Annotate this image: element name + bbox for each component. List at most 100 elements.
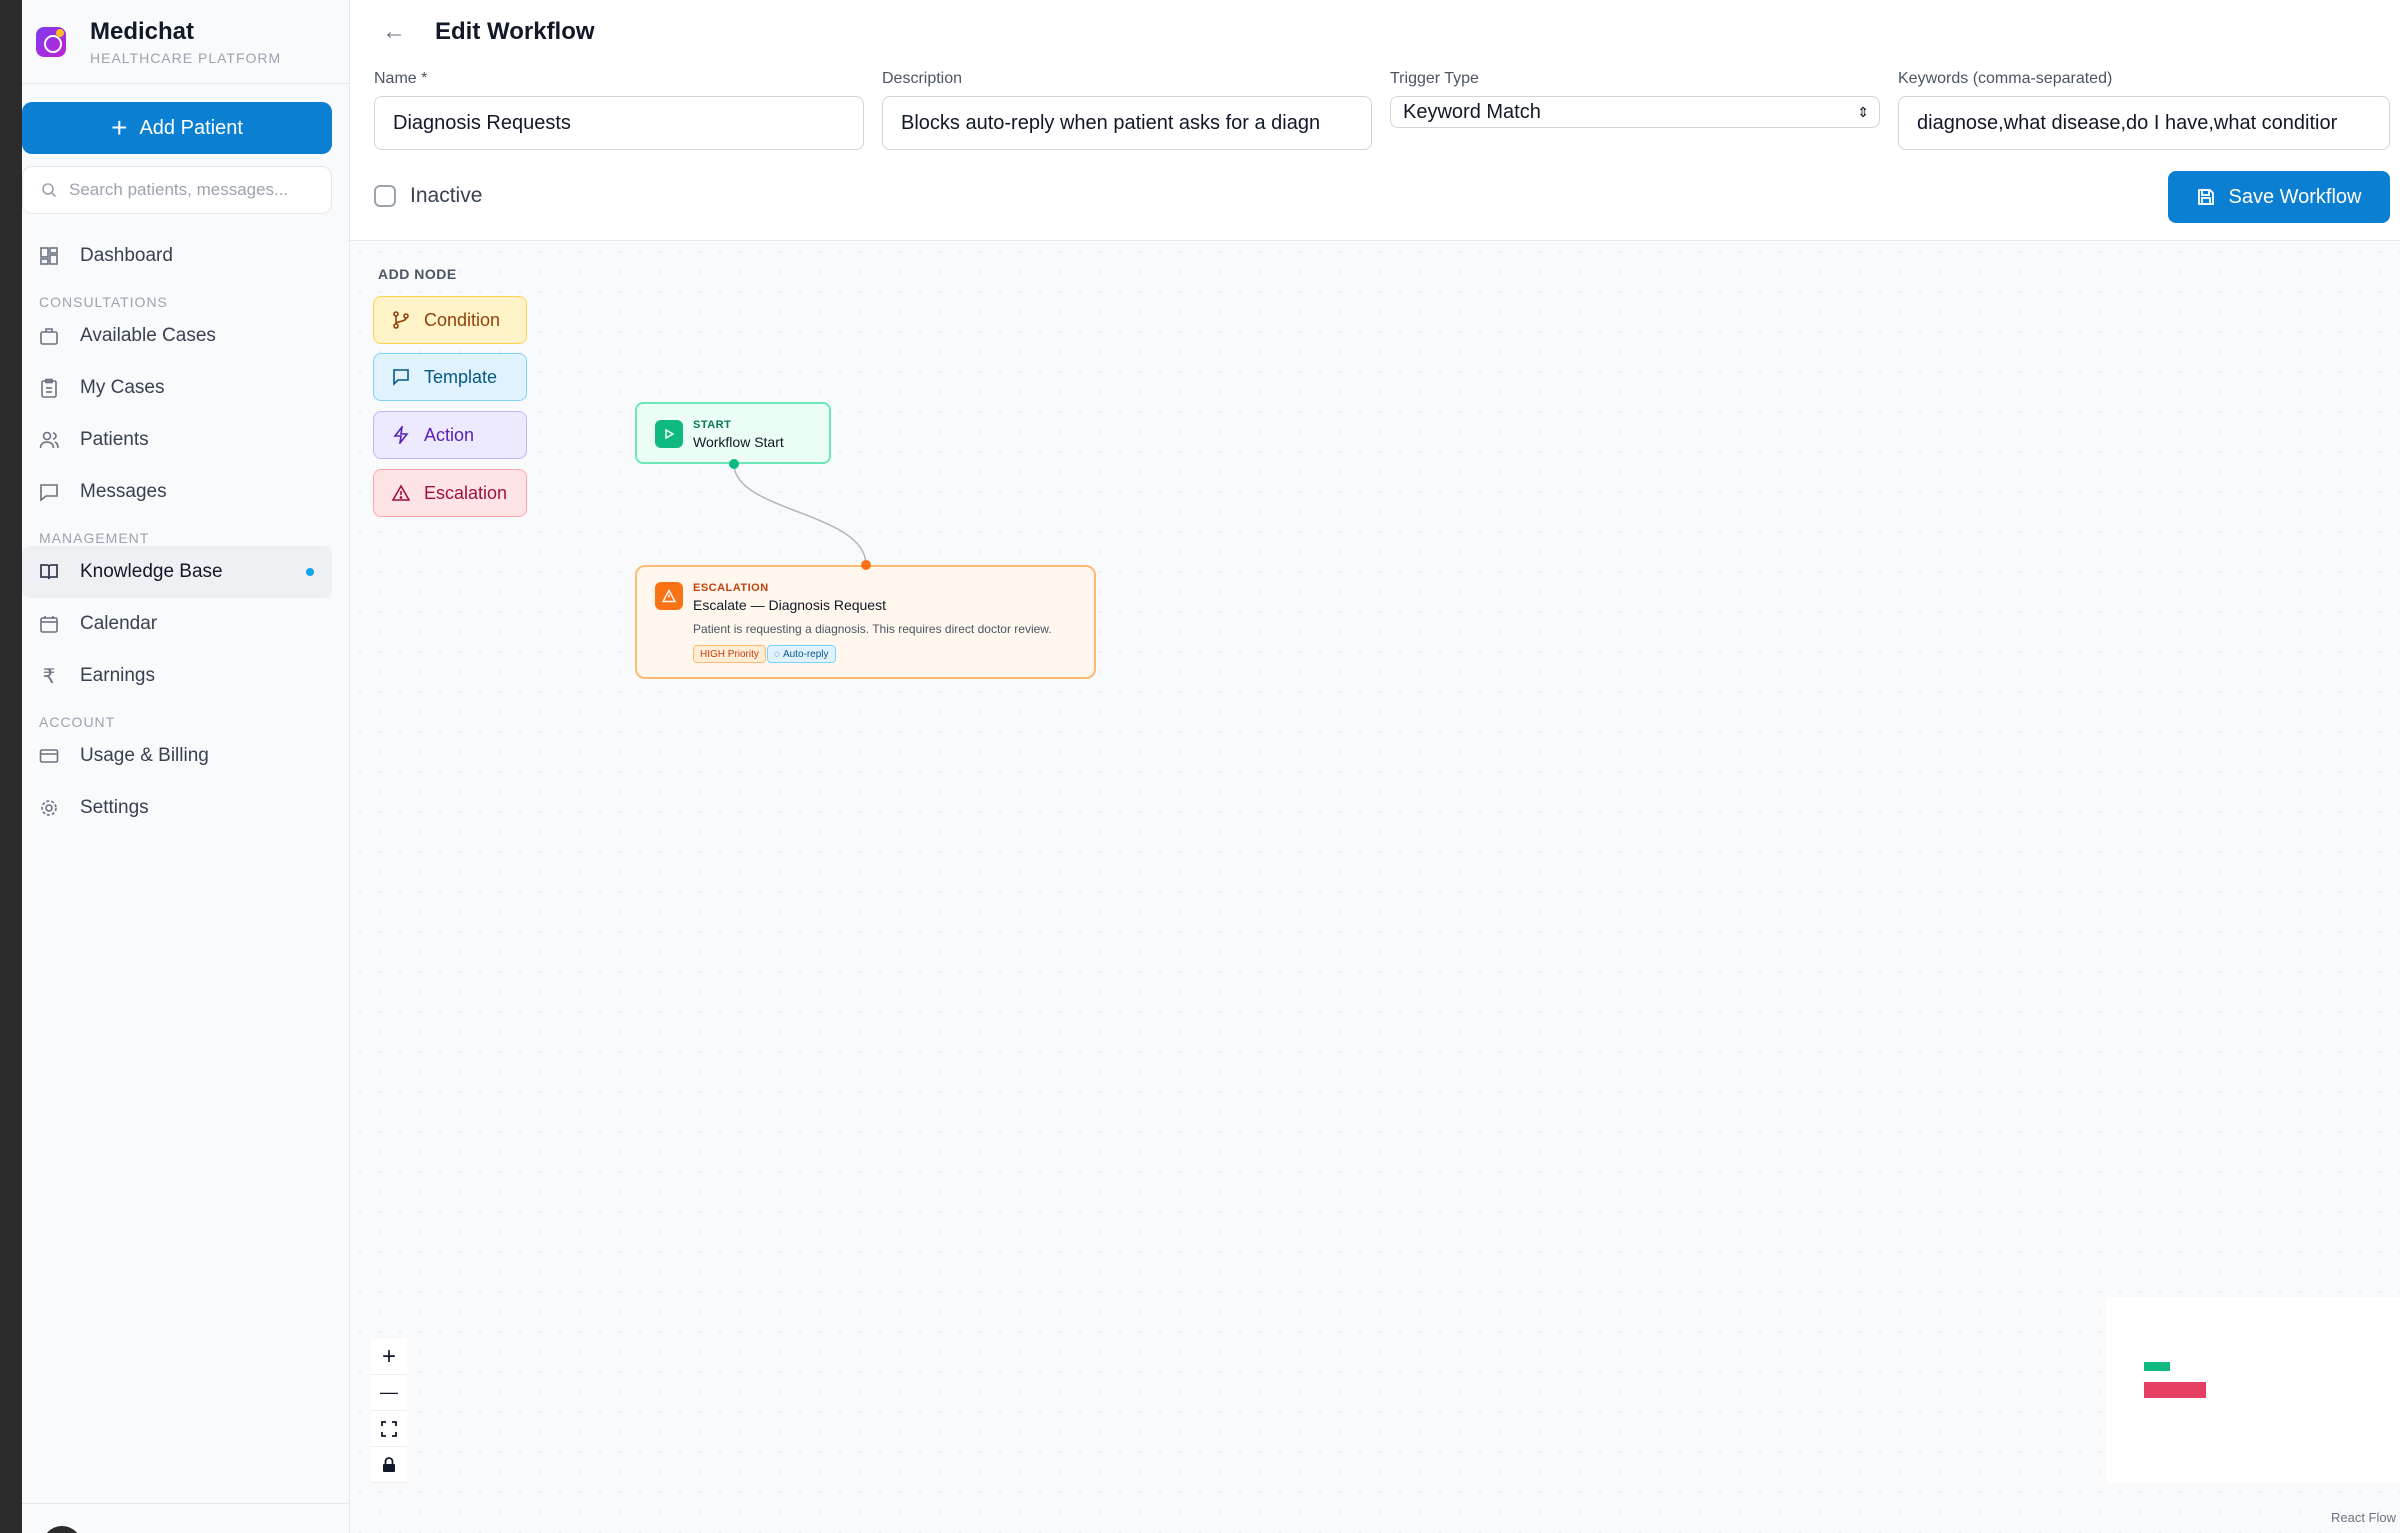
sidebar-item-label: Messages xyxy=(80,481,167,502)
active-indicator-dot xyxy=(306,568,314,576)
chevron-updown-icon: ⇕ xyxy=(1857,103,1869,120)
section-consultations: CONSULTATIONS xyxy=(39,294,168,310)
sidebar-item-settings[interactable]: Settings xyxy=(22,782,332,834)
calendar-icon xyxy=(38,613,60,635)
zoom-out-button[interactable]: — xyxy=(371,1375,407,1411)
sidebar-item-available-cases[interactable]: Available Cases xyxy=(22,310,332,362)
fit-view-button[interactable] xyxy=(371,1411,407,1447)
gear-icon xyxy=(38,797,60,819)
sidebar-item-patients[interactable]: Patients xyxy=(22,414,332,466)
sidebar-nav: Dashboard CONSULTATIONS Available Cases … xyxy=(22,230,350,834)
sidebar-item-label: Settings xyxy=(80,797,149,818)
brand-name: Medichat xyxy=(90,17,195,45)
sidebar-item-messages[interactable]: Messages xyxy=(22,466,332,518)
name-field-group: Name * Diagnosis Requests xyxy=(374,70,864,150)
plus-icon: + xyxy=(111,112,128,143)
briefcase-icon xyxy=(38,325,60,347)
main-panel: ← Edit Workflow Name * Diagnosis Request… xyxy=(350,0,2400,1533)
workflow-canvas[interactable]: ADD NODE Condition Template Action Escal… xyxy=(350,242,2400,1533)
clipboard-icon xyxy=(38,377,60,399)
react-flow-attribution[interactable]: React Flow xyxy=(2331,1510,2396,1525)
brand: Medichat HEALTHCARE PLATFORM xyxy=(22,0,349,84)
sidebar-item-label: Calendar xyxy=(80,613,158,634)
start-node-tag: START xyxy=(693,419,732,431)
back-arrow-icon[interactable]: ← xyxy=(382,18,406,46)
users-icon xyxy=(38,429,60,451)
save-workflow-button[interactable]: Save Workflow xyxy=(2168,171,2390,223)
sidebar-item-label: My Cases xyxy=(80,377,165,398)
escalation-node-label: Escalate — Diagnosis Request xyxy=(693,597,886,613)
sidebar-item-earnings[interactable]: ₹ Earnings xyxy=(22,650,332,702)
credit-card-icon xyxy=(38,745,60,767)
section-management: MANAGEMENT xyxy=(39,530,150,546)
chat-bubble-icon xyxy=(36,26,66,57)
sidebar-item-dashboard[interactable]: Dashboard xyxy=(22,230,332,282)
window-frame xyxy=(0,0,22,1533)
lock-icon xyxy=(383,1456,395,1472)
sidebar-item-label: Knowledge Base xyxy=(80,561,223,582)
add-patient-button[interactable]: + Add Patient xyxy=(22,102,332,154)
escalation-node-handle[interactable] xyxy=(861,560,871,570)
fit-view-icon xyxy=(381,1420,397,1437)
trigger-value: Keyword Match xyxy=(1403,100,1541,123)
escalation-node-description: Patient is requesting a diagnosis. This … xyxy=(693,622,1052,636)
sidebar-item-my-cases[interactable]: My Cases xyxy=(22,362,332,414)
minimap[interactable] xyxy=(2106,1297,2400,1483)
sidebar-item-usage-billing[interactable]: Usage & Billing xyxy=(22,730,332,782)
escalation-node-tag: ESCALATION xyxy=(693,582,769,594)
workflow-start-node[interactable]: START Workflow Start xyxy=(635,402,831,464)
sidebar-item-label: Usage & Billing xyxy=(80,745,209,766)
description-label: Description xyxy=(882,70,963,87)
inactive-toggle[interactable]: Inactive xyxy=(374,184,482,208)
autoreply-badge: ◌ Auto-reply xyxy=(767,645,836,663)
description-input[interactable]: Blocks auto-reply when patient asks for … xyxy=(882,96,1372,150)
zoom-in-button[interactable]: + xyxy=(371,1339,407,1375)
priority-badge: HIGH Priority xyxy=(693,645,766,663)
message-icon: ◌ xyxy=(774,648,780,660)
dashboard-icon xyxy=(38,245,60,267)
name-input[interactable]: Diagnosis Requests xyxy=(374,96,864,150)
sidebar-footer xyxy=(22,1503,350,1533)
alert-triangle-icon xyxy=(655,582,683,610)
search-input[interactable] xyxy=(69,180,319,200)
escalation-node[interactable]: ESCALATION Escalate — Diagnosis Request … xyxy=(635,565,1096,679)
add-patient-label: Add Patient xyxy=(139,116,243,139)
description-field-group: Description Blocks auto-reply when patie… xyxy=(882,70,1372,150)
keywords-field-group: Keywords (comma-separated) diagnose,what… xyxy=(1898,70,2390,150)
lock-button[interactable] xyxy=(371,1447,407,1483)
sidebar-item-label: Dashboard xyxy=(80,245,173,266)
message-icon xyxy=(38,481,60,503)
keywords-label: Keywords (comma-separated) xyxy=(1898,70,2113,87)
sidebar-item-calendar[interactable]: Calendar xyxy=(22,598,332,650)
sidebar-item-label: Earnings xyxy=(80,665,155,686)
sidebar: Medichat HEALTHCARE PLATFORM + Add Patie… xyxy=(22,0,350,1533)
page-title: Edit Workflow xyxy=(435,18,595,45)
save-workflow-label: Save Workflow xyxy=(2228,185,2362,208)
inactive-label: Inactive xyxy=(410,184,483,207)
inactive-checkbox[interactable] xyxy=(374,185,396,207)
save-icon xyxy=(2198,189,2215,205)
start-node-handle[interactable] xyxy=(729,459,739,469)
minimap-start-node xyxy=(2144,1362,2170,1371)
minimap-escalation-node xyxy=(2144,1382,2206,1398)
name-label: Name * xyxy=(374,70,428,87)
play-icon xyxy=(655,420,683,448)
section-account: ACCOUNT xyxy=(39,714,116,730)
canvas-controls: + — xyxy=(371,1339,407,1483)
sidebar-item-knowledge-base[interactable]: Knowledge Base xyxy=(22,546,332,598)
sidebar-item-label: Available Cases xyxy=(80,325,216,346)
keywords-input[interactable]: diagnose,what disease,do I have,what con… xyxy=(1898,96,2390,150)
trigger-label: Trigger Type xyxy=(1390,70,1479,87)
trigger-select[interactable]: Keyword Match ⇕ xyxy=(1390,96,1880,128)
brand-subtitle: HEALTHCARE PLATFORM xyxy=(90,49,282,66)
trigger-field-group: Trigger Type Keyword Match ⇕ xyxy=(1390,70,1880,128)
rupee-icon: ₹ xyxy=(42,665,56,688)
book-icon xyxy=(38,561,60,583)
sidebar-item-label: Patients xyxy=(80,429,149,450)
search-icon xyxy=(42,183,57,198)
avatar[interactable] xyxy=(42,1526,82,1533)
autoreply-label: Auto-reply xyxy=(782,648,829,660)
search-box[interactable] xyxy=(22,166,332,214)
workflow-header: ← Edit Workflow Name * Diagnosis Request… xyxy=(350,0,2400,241)
start-node-label: Workflow Start xyxy=(693,434,784,450)
